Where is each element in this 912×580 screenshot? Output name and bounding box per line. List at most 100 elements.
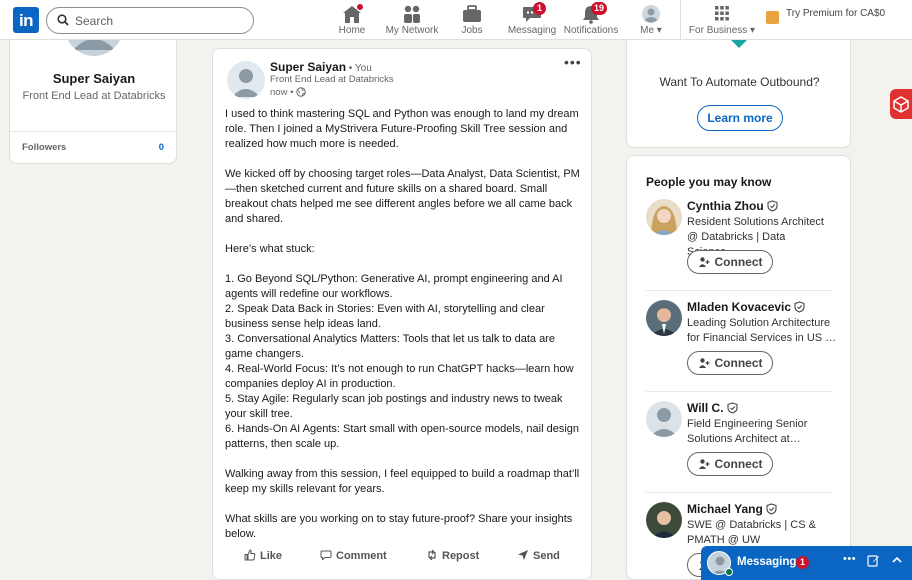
messaging-count-badge: 1: [796, 556, 809, 569]
nav-for-business[interactable]: For Business ▾: [688, 2, 756, 38]
person-avatar[interactable]: [646, 300, 682, 336]
person-suggestion: Mladen Kovacevic Leading Solution Archit…: [627, 300, 850, 400]
send-button[interactable]: Send: [517, 549, 560, 562]
me-avatar: [640, 4, 662, 24]
chevron-up-icon[interactable]: [891, 554, 903, 569]
person-suggestion: Will C. Field Engineering Senior Solutio…: [627, 401, 850, 501]
search-input[interactable]: [75, 12, 245, 30]
verified-shield-icon: [766, 503, 777, 515]
divider: [646, 391, 833, 392]
verified-shield-icon: [794, 301, 805, 313]
repost-button[interactable]: Repost: [426, 549, 479, 562]
online-status-dot: [725, 568, 733, 576]
send-label: Send: [533, 550, 560, 562]
like-label: Like: [260, 550, 283, 562]
search-icon: [57, 14, 69, 26]
profile-name[interactable]: Super Saiyan: [10, 71, 178, 86]
nav-messaging[interactable]: 1 Messaging: [506, 2, 558, 38]
person-name-text[interactable]: Michael Yang: [687, 502, 763, 516]
post-author-headline: Front End Lead at Databricks: [270, 74, 394, 85]
connect-label: Connect: [714, 255, 763, 269]
nav-for-business-label: For Business ▾: [688, 25, 756, 36]
verified-shield-icon: [727, 402, 738, 414]
post-body-text: I used to think mastering SQL and Python…: [225, 108, 580, 540]
premium-icon: [766, 11, 779, 24]
home-dot: [356, 3, 364, 11]
nav-messaging-label: Messaging: [507, 25, 557, 36]
extension-widget-icon[interactable]: [890, 89, 912, 119]
briefcase-icon: [461, 4, 483, 24]
bell-icon: 19: [580, 2, 608, 24]
post-time-label: now •: [270, 87, 294, 98]
person-headline: SWE @ Databricks | CS & PMATH @ UW: [687, 519, 816, 546]
nav-my-network-label: My Network: [385, 25, 439, 36]
pymk-title: People you may know: [646, 175, 772, 189]
search-box[interactable]: [46, 7, 254, 34]
linkedin-logo-icon[interactable]: in: [13, 7, 39, 33]
nav-me-label: Me ▾: [640, 25, 662, 36]
like-button[interactable]: Like: [244, 549, 282, 562]
nav-notifications[interactable]: 19 Notifications: [562, 2, 620, 38]
messaging-title[interactable]: Messaging: [737, 556, 796, 568]
person-avatar[interactable]: [646, 199, 682, 235]
person-name-text[interactable]: Cynthia Zhou: [687, 199, 764, 213]
person-name[interactable]: Michael Yang: [687, 502, 777, 516]
add-person-icon: [698, 459, 709, 469]
profile-card: Super Saiyan Front End Lead at Databrick…: [9, 20, 178, 164]
globe-icon: [296, 87, 306, 97]
post-author[interactable]: Super Saiyan • You: [270, 60, 372, 74]
chat-icon: 1: [521, 2, 546, 24]
messaging-more-icon[interactable]: •••: [843, 553, 856, 565]
verified-shield-icon: [767, 200, 778, 212]
thumbs-up-icon: [244, 549, 256, 561]
post-actions: Like Comment Repost Send: [213, 549, 591, 569]
connect-button[interactable]: Connect: [687, 250, 773, 274]
person-name[interactable]: Will C.: [687, 401, 738, 415]
followers-label[interactable]: Followers: [22, 142, 66, 153]
person-suggestion: Cynthia Zhou Resident Solutions Architec…: [627, 199, 850, 299]
nav-jobs[interactable]: Jobs: [452, 2, 492, 38]
nav-me[interactable]: Me ▾: [633, 2, 669, 38]
post-more-menu-icon[interactable]: •••: [564, 54, 582, 70]
comment-button[interactable]: Comment: [320, 549, 387, 562]
nav-notifications-label: Notifications: [563, 25, 619, 36]
repost-label: Repost: [442, 550, 480, 562]
person-avatar[interactable]: [646, 401, 682, 437]
connect-button[interactable]: Connect: [687, 452, 773, 476]
nav-my-network[interactable]: My Network: [384, 2, 440, 38]
compose-icon[interactable]: [867, 554, 880, 570]
person-name-text[interactable]: Mladen Kovacevic: [687, 300, 791, 314]
person-avatar[interactable]: [646, 502, 682, 538]
learn-more-button[interactable]: Learn more: [697, 105, 783, 131]
comment-icon: [320, 550, 332, 561]
network-icon: [401, 4, 423, 24]
person-name-text[interactable]: Will C.: [687, 401, 724, 415]
post-card: Super Saiyan • You Front End Lead at Dat…: [212, 48, 592, 580]
connect-label: Connect: [714, 356, 763, 370]
nav-jobs-label: Jobs: [461, 25, 483, 36]
connect-label: Connect: [714, 457, 763, 471]
promo-card: Want To Automate Outbound? Learn more: [626, 40, 851, 148]
promo-logo-icon: [731, 40, 747, 48]
post-author-name[interactable]: Super Saiyan: [270, 60, 346, 74]
nav-home[interactable]: Home: [332, 2, 372, 38]
divider: [646, 290, 833, 291]
post-author-avatar[interactable]: [227, 61, 265, 99]
followers-count[interactable]: 0: [159, 142, 164, 153]
post-timestamp: now •: [270, 87, 306, 98]
connect-button[interactable]: Connect: [687, 351, 773, 375]
people-you-may-know-card: People you may know Cynthia Zhou Residen…: [626, 155, 851, 580]
profile-headline: Front End Lead at Databricks: [22, 90, 166, 102]
repost-icon: [428, 549, 436, 561]
promo-question: Want To Automate Outbound?: [659, 75, 820, 89]
person-name[interactable]: Cynthia Zhou: [687, 199, 778, 213]
person-headline: Field Engineering Senior Solutions Archi…: [687, 418, 808, 445]
notifications-badge: 19: [591, 2, 608, 15]
person-headline: Leading Solution Architecture for Financ…: [687, 317, 837, 344]
post-you-tag: • You: [346, 63, 372, 74]
nav-home-label: Home: [338, 25, 366, 36]
messaging-overlay[interactable]: Messaging 1 •••: [701, 546, 912, 580]
messaging-badge: 1: [533, 2, 546, 15]
nav-divider: [680, 0, 681, 39]
person-name[interactable]: Mladen Kovacevic: [687, 300, 805, 314]
